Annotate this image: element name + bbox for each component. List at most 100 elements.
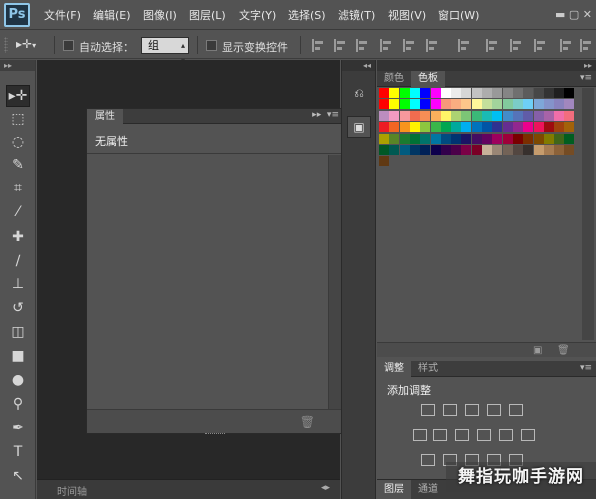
color-swatch[interactable]: [471, 88, 482, 98]
adjustment-icon[interactable]: [521, 429, 535, 441]
color-swatch[interactable]: [471, 110, 482, 121]
color-swatch[interactable]: [440, 122, 451, 133]
adjustment-icon[interactable]: [499, 429, 513, 441]
color-swatch[interactable]: [379, 133, 389, 144]
color-swatch[interactable]: [533, 122, 544, 133]
menu-item[interactable]: 窗口(W): [438, 7, 479, 23]
color-swatch[interactable]: [379, 88, 389, 98]
color-swatch[interactable]: [430, 122, 441, 133]
color-swatch[interactable]: [502, 133, 513, 144]
color-swatch[interactable]: [512, 133, 523, 144]
color-swatch[interactable]: [389, 145, 400, 155]
color-swatch[interactable]: [554, 133, 565, 144]
color-swatch[interactable]: [379, 122, 389, 133]
color-swatch[interactable]: [461, 122, 472, 133]
color-swatch[interactable]: [492, 133, 503, 144]
adjustment-icon[interactable]: [455, 429, 469, 441]
dock-collapse-icon[interactable]: ◂◂: [342, 60, 375, 71]
history-brush-tool-icon[interactable]: ↺: [6, 297, 30, 319]
color-swatch[interactable]: [420, 99, 431, 110]
align-icon[interactable]: [580, 39, 592, 52]
color-swatch[interactable]: [564, 110, 575, 121]
menu-item[interactable]: 文字(Y): [239, 7, 276, 23]
timeline-panel-bar[interactable]: 时间轴 ◂▸: [37, 479, 340, 499]
healing-brush-tool-icon[interactable]: ✚: [6, 226, 30, 248]
align-icon[interactable]: [534, 39, 546, 52]
options-grip[interactable]: [4, 37, 8, 53]
color-swatch[interactable]: [482, 99, 492, 110]
color-swatch[interactable]: [523, 99, 534, 110]
color-swatch[interactable]: [482, 133, 492, 144]
gradient-tool-icon[interactable]: ■: [6, 345, 30, 367]
resize-grip[interactable]: [205, 433, 225, 436]
clone-stamp-tool-icon[interactable]: ⊥: [6, 273, 30, 295]
color-swatch[interactable]: [451, 110, 462, 121]
color-swatch[interactable]: [440, 133, 451, 144]
adjustment-icon[interactable]: [421, 404, 435, 416]
color-swatch[interactable]: [482, 145, 492, 155]
color-swatch[interactable]: [409, 110, 420, 121]
color-swatch[interactable]: [420, 145, 431, 155]
color-swatch[interactable]: [564, 88, 575, 98]
menu-item[interactable]: 编辑(E): [93, 7, 131, 23]
align-icon[interactable]: [334, 39, 346, 52]
properties-tab[interactable]: 属性: [87, 109, 123, 124]
color-swatch[interactable]: [409, 145, 420, 155]
color-swatch[interactable]: [564, 133, 575, 144]
color-swatch[interactable]: [389, 133, 400, 144]
history-icon[interactable]: ⎌: [347, 82, 371, 104]
color-swatch[interactable]: [554, 88, 565, 98]
color-swatch[interactable]: [399, 110, 410, 121]
color-swatch[interactable]: [543, 145, 554, 155]
color-swatch[interactable]: [440, 88, 451, 98]
color-swatch[interactable]: [523, 122, 534, 133]
color-swatch[interactable]: [451, 133, 462, 144]
tab-styles[interactable]: 样式: [411, 361, 445, 377]
color-swatch[interactable]: [523, 145, 534, 155]
color-swatch[interactable]: [492, 99, 503, 110]
align-icon[interactable]: [312, 39, 324, 52]
color-swatch[interactable]: [543, 88, 554, 98]
blur-tool-icon[interactable]: ●: [6, 369, 30, 391]
eyedropper-tool-icon[interactable]: ⁄: [6, 201, 30, 223]
show-transform-checkbox[interactable]: [206, 40, 217, 51]
color-swatch[interactable]: [399, 88, 410, 98]
menu-item[interactable]: 图层(L): [189, 7, 226, 23]
toolbar-collapse-icon[interactable]: ▸▸: [0, 60, 35, 71]
panel-menu-icon[interactable]: ▸▸ ▾≡: [312, 110, 339, 120]
color-swatch[interactable]: [420, 88, 431, 98]
menu-item[interactable]: 选择(S): [288, 7, 326, 23]
color-swatch[interactable]: [451, 99, 462, 110]
color-swatch[interactable]: [523, 110, 534, 121]
color-swatch[interactable]: [471, 133, 482, 144]
color-swatch[interactable]: [430, 99, 441, 110]
color-swatch[interactable]: [420, 133, 431, 144]
align-icon[interactable]: [356, 39, 368, 52]
color-swatch[interactable]: [399, 122, 410, 133]
menu-item[interactable]: 滤镜(T): [338, 7, 375, 23]
color-swatch[interactable]: [512, 99, 523, 110]
color-swatch[interactable]: [409, 133, 420, 144]
color-swatch[interactable]: [420, 110, 431, 121]
color-swatch[interactable]: [389, 88, 400, 98]
color-swatch[interactable]: [502, 145, 513, 155]
adjustment-icon[interactable]: [487, 404, 501, 416]
color-swatch[interactable]: [533, 145, 544, 155]
properties-scrollbar[interactable]: [328, 155, 342, 409]
adjustment-icon[interactable]: [413, 429, 427, 441]
color-swatch[interactable]: [512, 110, 523, 121]
align-icon[interactable]: [510, 39, 522, 52]
menu-item[interactable]: 文件(F): [44, 7, 81, 23]
color-swatch[interactable]: [554, 122, 565, 133]
color-swatch[interactable]: [451, 145, 462, 155]
auto-select-dropdown[interactable]: 组 ▴▾: [141, 37, 189, 65]
color-swatch[interactable]: [543, 99, 554, 110]
tab-adjustments[interactable]: 调整: [377, 361, 411, 377]
color-swatch[interactable]: [533, 110, 544, 121]
tab-layers[interactable]: 图层: [377, 480, 411, 499]
menu-item[interactable]: 图像(I): [143, 7, 177, 23]
color-swatch[interactable]: [533, 88, 544, 98]
color-swatch[interactable]: [430, 88, 441, 98]
align-icon[interactable]: [426, 39, 438, 52]
color-swatch[interactable]: [471, 122, 482, 133]
